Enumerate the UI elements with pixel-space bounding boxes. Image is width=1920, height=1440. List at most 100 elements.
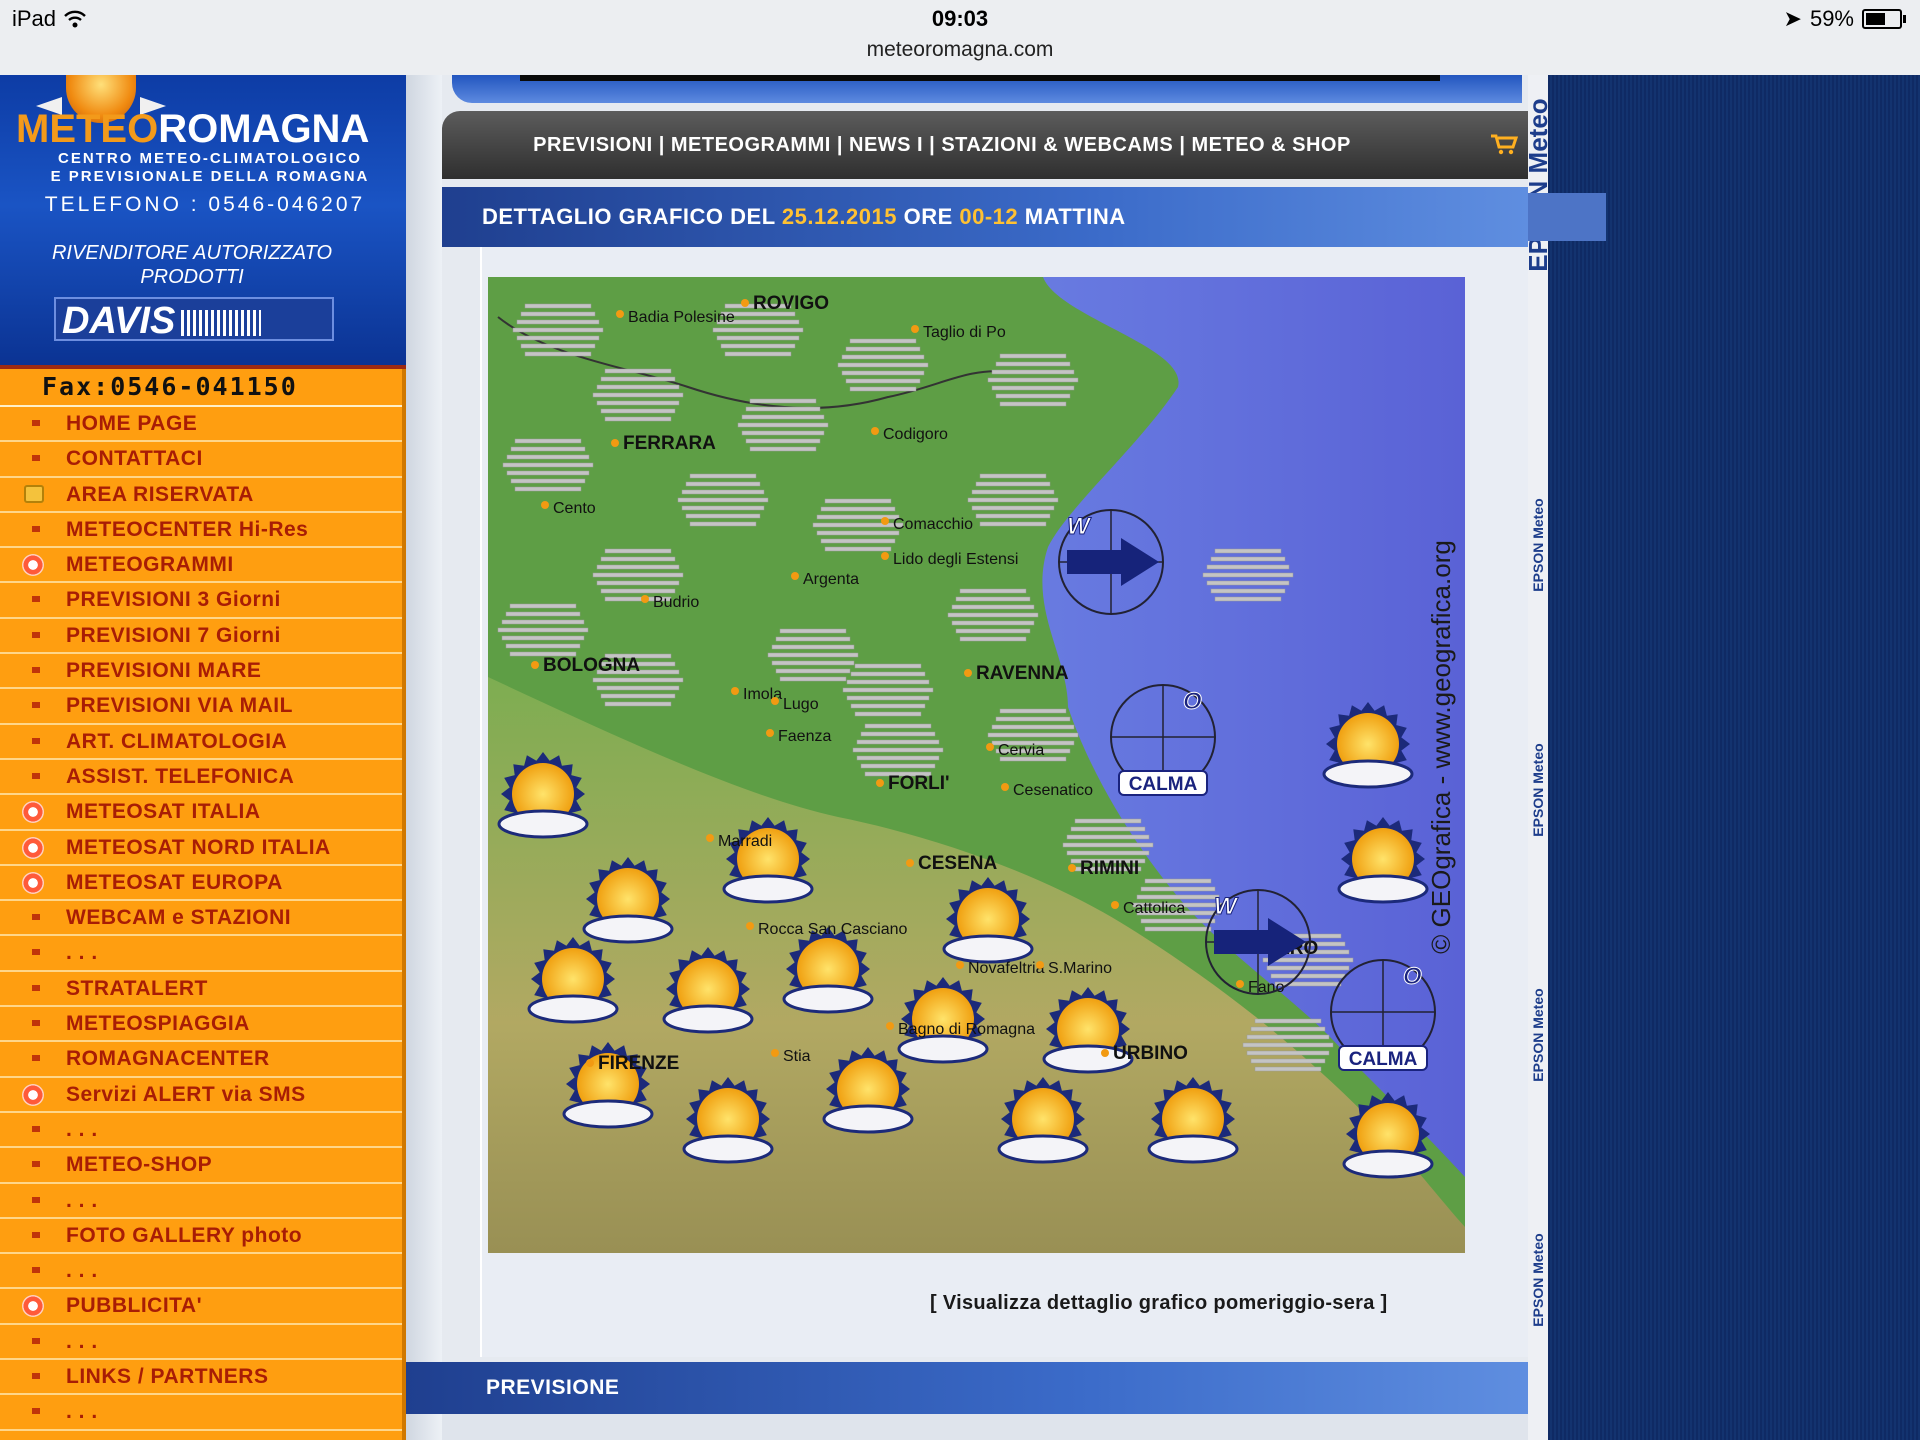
cloud-icon: [677, 473, 769, 527]
city-label: Bagno di Romagna: [898, 1021, 1035, 1038]
city-dot-icon: [586, 1059, 594, 1067]
menu-item[interactable]: STRATALERT: [0, 972, 402, 1008]
menu-item[interactable]: METEOSPIAGGIA: [0, 1007, 402, 1043]
title-prefix: DETTAGLIO GRAFICO DEL: [482, 204, 782, 229]
city-label: FORLI': [888, 773, 950, 794]
menu-item[interactable]: . . .: [0, 1184, 402, 1219]
menu-item[interactable]: CONTATTACI: [0, 442, 402, 478]
menu-item-label: METEOSAT ITALIA: [66, 800, 261, 824]
city-dot-icon: [706, 834, 714, 842]
menu-item[interactable]: . . .: [0, 1254, 402, 1290]
davis-text: DAVIS: [62, 300, 176, 342]
top-nav-links[interactable]: PREVISIONI | METEOGRAMMI | NEWS I | STAZ…: [442, 111, 1442, 179]
star-icon: [22, 871, 44, 894]
city-dot-icon: [541, 501, 549, 509]
star-icon: [22, 554, 44, 577]
menu-item[interactable]: PUBBLICITA': [0, 1289, 402, 1325]
brand-subtitle-line2: E PREVISIONALE DELLA ROMAGNA: [50, 168, 370, 185]
city-label: Budrio: [653, 594, 699, 611]
menu-item[interactable]: FOTO GALLERY photo: [0, 1219, 402, 1255]
menu-item[interactable]: PREVISIONI 3 Giorni: [0, 583, 402, 619]
menu-item[interactable]: . . .: [0, 1395, 402, 1431]
menu-item[interactable]: METEOSAT NORD ITALIA: [0, 831, 402, 866]
weather-map-svg: ROVIGO Badia Polesine Taglio di Po FERRARA C…: [488, 277, 1465, 1253]
lock-icon: [24, 484, 44, 503]
menu-item-label: . . .: [66, 1117, 98, 1141]
menu-item[interactable]: AREA RISERVATA: [0, 478, 402, 513]
star-icon: [22, 1083, 44, 1106]
bullet-icon: [32, 1196, 40, 1203]
logo-part-romagna: ROMAGNA: [158, 107, 370, 151]
menu-item[interactable]: ART. CLIMATOLOGIA: [0, 725, 402, 760]
bullet-icon: [32, 667, 40, 674]
bullet-icon: [32, 1125, 40, 1132]
title-middle: ORE: [896, 204, 960, 229]
title-hours: 00-12: [959, 204, 1019, 229]
menu-item[interactable]: PREVISIONI MARE: [0, 654, 402, 690]
city-dot-icon: [1068, 864, 1076, 872]
city-label: BOLOGNA: [543, 655, 640, 676]
epson-label-2: EPSON Meteo: [1530, 743, 1546, 837]
menu-item[interactable]: METEO-SHOP: [0, 1148, 402, 1184]
menu-item-label: . . .: [66, 1188, 98, 1212]
menu-item[interactable]: . . .: [0, 1325, 402, 1361]
epson-label-1: EPSON Meteo: [1530, 498, 1546, 592]
afternoon-detail-link[interactable]: [ Visualizza dettaglio grafico pomeriggi…: [930, 1292, 1387, 1315]
menu-item[interactable]: METEOCENTER Hi-Res: [0, 513, 402, 549]
menu-item[interactable]: METEOSAT ITALIA: [0, 795, 402, 831]
menu-item[interactable]: Servizi ALERT via SMS: [0, 1078, 402, 1113]
star-icon: [22, 801, 44, 824]
city-label: Lido degli Estensi: [893, 551, 1018, 568]
bullet-icon: [32, 1408, 40, 1415]
site-logo[interactable]: METEOROMAGNA: [16, 107, 369, 152]
cart-icon[interactable]: [1490, 133, 1518, 155]
epson-sidebar[interactable]: EPSON Meteo EPSON Meteo EPSON Meteo EPSO…: [1523, 75, 1553, 1440]
cloud-icon: [812, 498, 904, 552]
city-dot-icon: [1236, 980, 1244, 988]
cloud-icon: [852, 723, 944, 777]
city-dot-icon: [911, 325, 919, 333]
menu-item-label: ROMAGNACENTER: [66, 1047, 270, 1071]
menu-item-label: CONTATTACI: [66, 447, 203, 471]
bullet-icon: [32, 1337, 40, 1344]
menu-item[interactable]: . . .: [0, 936, 402, 972]
bullet-icon: [32, 949, 40, 956]
menu-item[interactable]: PREVISIONI VIA MAIL: [0, 689, 402, 725]
bullet-icon: [32, 1267, 40, 1274]
bullet-icon: [32, 914, 40, 921]
reseller-text: RIVENDITORE AUTORIZZATO PRODOTTI: [0, 241, 384, 289]
menu-item[interactable]: METEOSAT EUROPA: [0, 866, 402, 902]
cloud-icon: [1242, 1018, 1334, 1072]
city-label: FIRENZE: [598, 1053, 679, 1074]
bullet-icon: [32, 772, 40, 779]
city-dot-icon: [731, 687, 739, 695]
menu-item[interactable]: PREVISIONI 7 Giorni: [0, 619, 402, 655]
city-dot-icon: [1036, 961, 1044, 969]
city-label: Cervia: [998, 742, 1044, 759]
menu-item-label: WEBCAM e STAZIONI: [66, 906, 292, 930]
city-dot-icon: [886, 1022, 894, 1030]
menu-item[interactable]: ASSIST. TELEFONICA: [0, 760, 402, 796]
city-dot-icon: [964, 669, 972, 677]
title-date: 25.12.2015: [781, 204, 897, 229]
menu-item-label: ASSIST. TELEFONICA: [66, 764, 295, 788]
menu-item[interactable]: LINKS / PARTNERS: [0, 1360, 402, 1396]
city-dot-icon: [956, 961, 964, 969]
cloud-icon: [967, 473, 1059, 527]
menu-item[interactable]: WEBCAM e STAZIONI: [0, 901, 402, 937]
menu-item[interactable]: HOME PAGE: [0, 407, 402, 443]
city-dot-icon: [746, 922, 754, 930]
menu-item-label: . . .: [66, 1259, 98, 1283]
menu-item[interactable]: . . .: [0, 1113, 402, 1149]
menu-item[interactable]: METEOGRAMMI: [0, 548, 402, 584]
bullet-icon: [32, 1231, 40, 1238]
url-bar[interactable]: meteoromagna.com: [0, 38, 1920, 62]
brand-header[interactable]: METEOROMAGNA CENTRO METEO-CLIMATOLOGICO …: [0, 75, 445, 369]
menu-item[interactable]: ROMAGNACENTER: [0, 1042, 402, 1078]
davis-logo[interactable]: DAVIS: [54, 297, 334, 342]
phone-number: TELEFONO : 0546-046207: [44, 193, 366, 216]
menu-item-label: METEOCENTER Hi-Res: [66, 517, 309, 541]
city-label: URBINO: [1113, 1043, 1188, 1064]
city-label: Cento: [553, 500, 596, 517]
top-banner-ad[interactable]: [520, 75, 1440, 81]
